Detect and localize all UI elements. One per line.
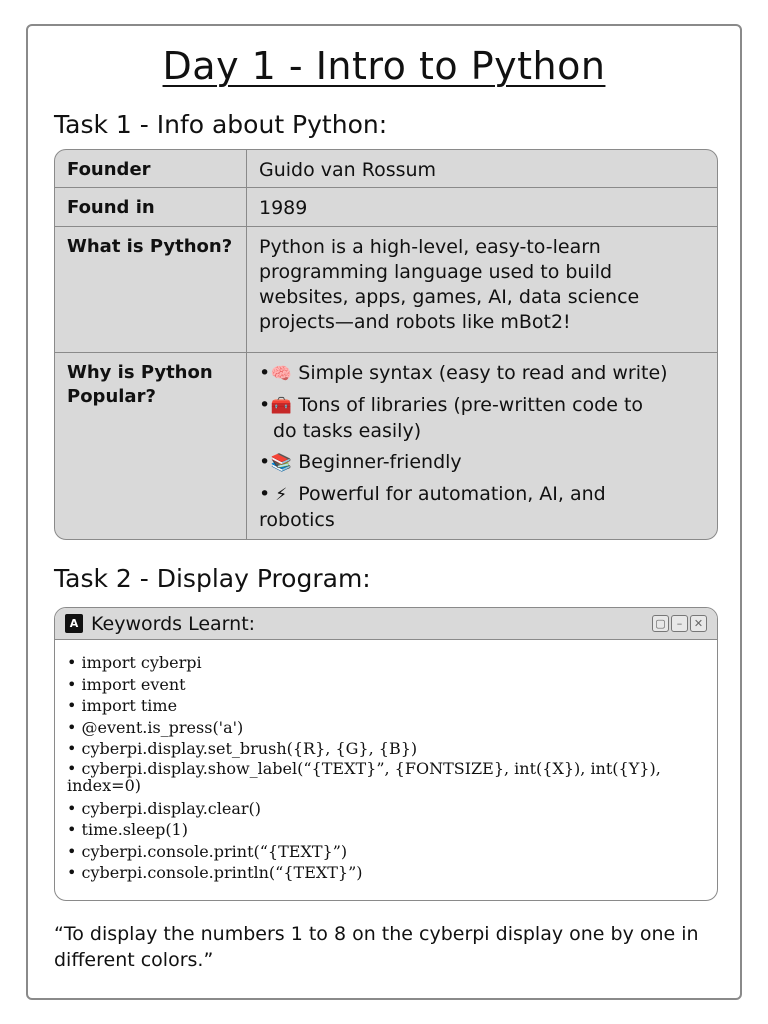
task2-heading: Task 2 - Display Program: <box>54 564 371 593</box>
founder-label: Founder <box>55 150 247 187</box>
brain-icon: 🧠 <box>270 364 292 384</box>
books-icon: 📚 <box>270 453 292 473</box>
python-info-table: Founder Guido van Rossum Found in 1989 W… <box>54 149 718 540</box>
keywords-list: • import cyberpi • import event • import… <box>55 640 717 884</box>
list-item: • import time <box>67 696 178 715</box>
why-label: Why is Python Popular? <box>55 353 247 539</box>
keywords-panel-header: A Keywords Learnt: ▢ – ✕ <box>55 608 717 640</box>
list-item: • cyberpi.console.println(“{TEXT}”) <box>67 863 363 882</box>
bullet-text: Tons of libraries (pre-written code to <box>298 394 644 416</box>
found-in-label: Found in <box>55 188 247 226</box>
list-item: • cyberpi.console.print(“{TEXT}”) <box>67 841 348 861</box>
list-item: •🧰 Tons of libraries (pre-written code t… <box>259 393 707 444</box>
table-row-found-in: Found in 1989 <box>55 187 717 226</box>
bullet-text-continued: do tasks easily) <box>273 420 422 442</box>
found-in-value: 1989 <box>259 197 308 219</box>
list-item: • cyberpi.display.show_label(“{TEXT}”, {… <box>67 758 666 795</box>
window-controls: ▢ – ✕ <box>652 615 707 632</box>
list-item: • import cyberpi <box>67 653 202 672</box>
bullet-text: Simple syntax (easy to read and write) <box>298 362 668 384</box>
content-card: Day 1 - Intro to Python Task 1 - Info ab… <box>26 24 742 1000</box>
book-icon: A <box>65 614 83 633</box>
list-item: •🧠 Simple syntax (easy to read and write… <box>259 361 707 387</box>
bullet-text: Beginner-friendly <box>298 451 462 473</box>
keywords-panel-title: Keywords Learnt: <box>91 612 256 635</box>
why-value: •🧠 Simple syntax (easy to read and write… <box>247 353 717 539</box>
founder-value: Guido van Rossum <box>259 159 437 181</box>
page-title: Day 1 - Intro to Python <box>162 44 606 88</box>
task-quote: “To display the numbers 1 to 8 on the cy… <box>54 923 699 971</box>
keywords-panel: A Keywords Learnt: ▢ – ✕ • import cyberp… <box>54 607 718 901</box>
toolbox-icon: 🧰 <box>270 396 292 416</box>
table-row-what-is-python: What is Python? Python is a high-level, … <box>55 226 717 352</box>
table-row-founder: Founder Guido van Rossum <box>55 150 717 187</box>
list-item: • @event.is_press('a') <box>67 717 244 737</box>
bullet-text-continued: robotics <box>259 509 335 531</box>
task1-heading: Task 1 - Info about Python: <box>54 110 388 139</box>
what-value: Python is a high-level, easy-to-learn pr… <box>259 236 640 333</box>
bullet-text: Powerful for automation, AI, and <box>298 483 606 505</box>
list-item: • cyberpi.display.set_brush({R}, {G}, {B… <box>67 739 418 758</box>
what-label: What is Python? <box>55 227 247 352</box>
list-item: • cyberpi.display.clear() <box>67 798 262 818</box>
maximize-icon[interactable]: ▢ <box>652 615 669 632</box>
list-item: • ⚡ Powerful for automation, AI, and robot… <box>259 482 707 533</box>
list-item: • import event <box>67 674 186 694</box>
list-item: •📚 Beginner-friendly <box>259 450 707 476</box>
minimize-icon[interactable]: – <box>671 615 688 632</box>
table-row-why-popular: Why is Python Popular? •🧠 Simple syntax … <box>55 352 717 539</box>
lightning-icon: ⚡ <box>275 485 288 505</box>
list-item: • time.sleep(1) <box>67 820 188 839</box>
close-icon[interactable]: ✕ <box>690 615 707 632</box>
